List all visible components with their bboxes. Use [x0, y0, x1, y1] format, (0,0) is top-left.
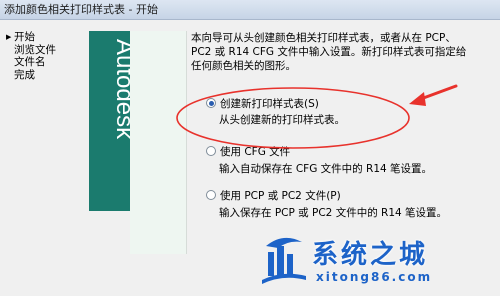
option-description: 从头创建新的打印样式表。: [219, 114, 345, 126]
wizard-steps: ▶ 开始 浏览文件 文件名 完成: [6, 31, 88, 81]
step-item-start[interactable]: ▶ 开始: [6, 31, 88, 43]
brand-logo-panel: Autodesk: [89, 31, 130, 211]
option-description: 输入自动保存在 CFG 文件中的 R14 笔设置。: [219, 163, 433, 175]
radio-selected-icon[interactable]: [206, 98, 216, 108]
watermark-url: xitong86.com: [316, 270, 433, 284]
use-cfg-radio-row[interactable]: 使用 CFG 文件: [206, 144, 432, 158]
watermark-title: 系统之城: [312, 240, 429, 270]
pointer-arrow-icon: [416, 84, 458, 102]
step-label: 文件名: [14, 56, 46, 68]
wizard-content: 本向导可从头创建颜色相关打印样式表，或者从在 PCP、 PC2 或 R14 CF…: [191, 31, 496, 73]
use-pcp-radio-row[interactable]: 使用 PCP 或 PC2 文件(P): [206, 188, 447, 202]
radio-unselected-icon[interactable]: [206, 146, 216, 156]
option-use-pcp: 使用 PCP 或 PC2 文件(P) 输入保存在 PCP 或 PC2 文件中的 …: [206, 188, 447, 220]
step-label: 浏览文件: [14, 43, 56, 56]
step-label: 开始: [14, 31, 35, 43]
create-new-radio-row[interactable]: 创建新打印样式表(S): [206, 96, 345, 110]
option-use-cfg: 使用 CFG 文件 输入自动保存在 CFG 文件中的 R14 笔设置。: [206, 144, 432, 176]
intro-line: 任何颜色相关的图形。: [191, 60, 296, 72]
pointer-arrow-head-icon: [409, 92, 426, 106]
window-title-bar: 添加颜色相关打印样式表 - 开始: [0, 0, 500, 20]
current-step-arrow-icon: ▶: [6, 33, 12, 41]
radio-unselected-icon[interactable]: [206, 190, 216, 200]
step-item-finish[interactable]: 完成: [6, 69, 88, 81]
option-label[interactable]: 使用 PCP 或 PC2 文件(P): [220, 188, 341, 203]
step-label: 完成: [14, 68, 35, 81]
option-label[interactable]: 使用 CFG 文件: [220, 144, 290, 159]
step-item-browse[interactable]: 浏览文件: [6, 44, 88, 56]
site-watermark: 系统之城 xitong86.com: [256, 232, 496, 292]
option-label[interactable]: 创建新打印样式表(S): [220, 96, 319, 111]
watermark-logo-icon: [262, 237, 306, 284]
option-create-new: 创建新打印样式表(S) 从头创建新的打印样式表。: [206, 96, 345, 127]
intro-text: 本向导可从头创建颜色相关打印样式表，或者从在 PCP、 PC2 或 R14 CF…: [191, 31, 496, 73]
brand-logo-text: Autodesk: [111, 39, 130, 140]
brand-panel-background: [130, 31, 187, 254]
intro-line: 本向导可从头创建颜色相关打印样式表，或者从在 PCP、: [191, 32, 456, 44]
option-description: 输入保存在 PCP 或 PC2 文件中的 R14 笔设置。: [219, 207, 448, 219]
window-title: 添加颜色相关打印样式表 - 开始: [4, 3, 158, 16]
intro-line: PC2 或 R14 CFG 文件中输入设置。新打印样式表可指定给: [191, 46, 467, 58]
step-item-filename[interactable]: 文件名: [6, 56, 88, 68]
